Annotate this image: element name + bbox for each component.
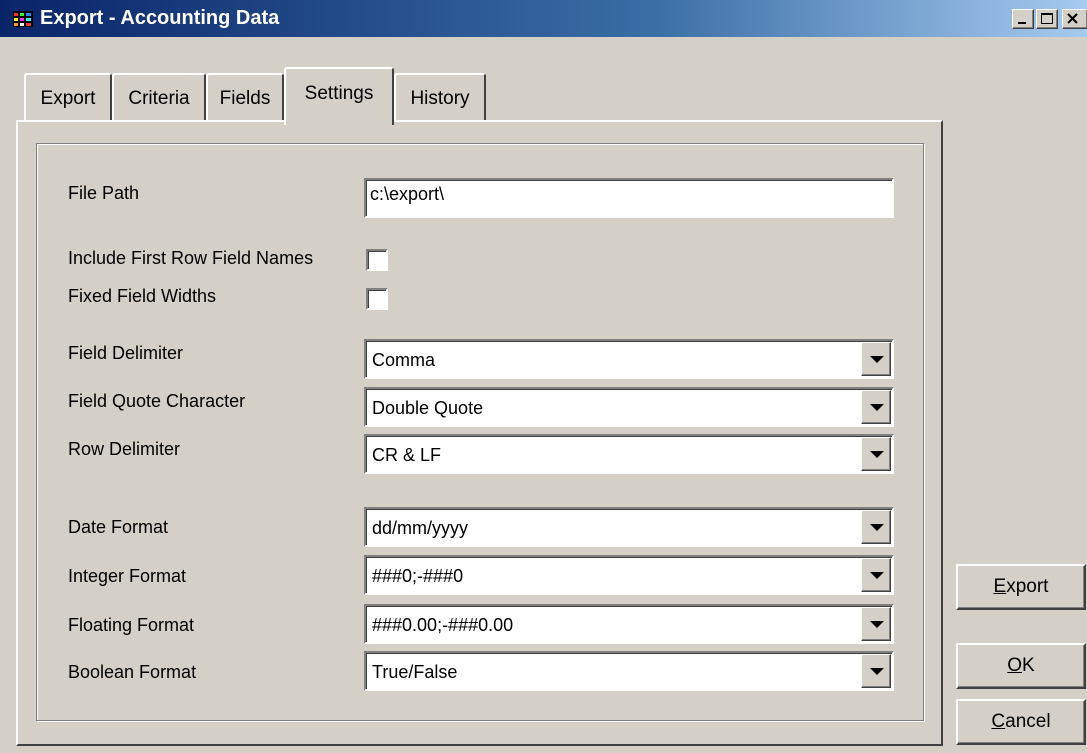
boolean-format-label: Boolean Format (68, 662, 197, 682)
dropdown-button[interactable] (861, 654, 891, 688)
dropdown-button[interactable] (861, 510, 891, 544)
floating-format-value: ###0.00;-###0.00 (372, 615, 514, 635)
boolean-format-value: True/False (372, 662, 458, 682)
tab-label: Export (40, 88, 96, 109)
ok-label: K (1022, 655, 1035, 676)
dropdown-button[interactable] (861, 607, 891, 641)
chevron-down-icon (870, 572, 884, 579)
ok-button[interactable]: OK (956, 643, 1086, 689)
cancel-mnemonic: C (991, 711, 1006, 732)
cancel-label: ancel (1005, 711, 1051, 732)
tab-criteria[interactable]: Criteria (112, 73, 206, 120)
field-delimiter-select[interactable]: Comma (364, 339, 894, 379)
tab-label: Settings (304, 83, 374, 104)
close-icon (1067, 13, 1078, 24)
file-path-input[interactable]: c:\export\ (364, 178, 894, 218)
window-title: Export - Accounting Data (40, 7, 280, 29)
row-delimiter-value: CR & LF (372, 445, 442, 465)
chevron-down-icon (870, 668, 884, 675)
close-button[interactable] (1062, 9, 1087, 29)
title-bar[interactable]: Export - Accounting Data (0, 0, 1087, 37)
tab-fields[interactable]: Fields (206, 73, 284, 120)
export-button[interactable]: Export (956, 564, 1086, 610)
dropdown-button[interactable] (861, 342, 891, 376)
integer-format-label: Integer Format (68, 566, 187, 586)
maximize-icon (1041, 13, 1053, 24)
integer-format-select[interactable]: ###0;-###0 (364, 555, 894, 595)
integer-format-value: ###0;-###0 (372, 566, 464, 586)
date-format-label: Date Format (68, 517, 169, 537)
minimize-icon (1018, 22, 1026, 24)
include-first-row-checkbox[interactable] (366, 249, 388, 271)
row-delimiter-select[interactable]: CR & LF (364, 434, 894, 474)
field-quote-value: Double Quote (372, 398, 484, 418)
boolean-format-select[interactable]: True/False (364, 651, 894, 691)
tab-settings[interactable]: Settings (284, 67, 394, 125)
tab-label: Criteria (128, 88, 190, 109)
ok-mnemonic: O (1007, 655, 1023, 676)
date-format-value: dd/mm/yyyy (372, 518, 469, 538)
field-delimiter-label: Field Delimiter (68, 343, 184, 363)
dropdown-button[interactable] (861, 437, 891, 471)
file-path-label: File Path (68, 183, 140, 203)
export-label: xport (1006, 576, 1049, 597)
field-quote-select[interactable]: Double Quote (364, 387, 894, 427)
chevron-down-icon (870, 621, 884, 628)
maximize-button[interactable] (1036, 9, 1058, 29)
cancel-button[interactable]: Cancel (956, 699, 1086, 745)
field-quote-label: Field Quote Character (68, 391, 246, 411)
dropdown-button[interactable] (861, 558, 891, 592)
row-delimiter-label: Row Delimiter (68, 439, 181, 459)
chevron-down-icon (870, 356, 884, 363)
tab-export[interactable]: Export (24, 73, 112, 120)
fixed-field-widths-label: Fixed Field Widths (68, 286, 217, 306)
tab-history[interactable]: History (394, 73, 486, 120)
date-format-select[interactable]: dd/mm/yyyy (364, 507, 894, 547)
chevron-down-icon (870, 524, 884, 531)
floating-format-select[interactable]: ###0.00;-###0.00 (364, 604, 894, 644)
chevron-down-icon (870, 404, 884, 411)
dropdown-button[interactable] (861, 390, 891, 424)
field-delimiter-value: Comma (372, 350, 436, 370)
floating-format-label: Floating Format (68, 615, 195, 635)
include-first-row-label: Include First Row Field Names (68, 248, 314, 268)
tab-label: History (410, 88, 470, 109)
fixed-field-widths-checkbox[interactable] (366, 288, 388, 310)
export-mnemonic: E (993, 576, 1007, 597)
tab-label: Fields (219, 88, 271, 109)
app-icon (13, 11, 33, 27)
chevron-down-icon (870, 451, 884, 458)
minimize-button[interactable] (1012, 9, 1034, 29)
